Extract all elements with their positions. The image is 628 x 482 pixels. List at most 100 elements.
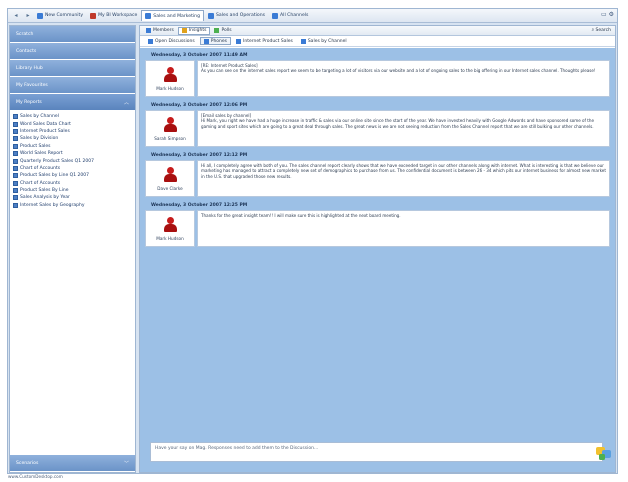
search-tab-label: Search bbox=[595, 28, 611, 33]
accordion-contacts[interactable]: Contacts bbox=[10, 43, 135, 60]
left-panel: Scratch Contacts Library Hub My Favourites … bbox=[9, 25, 136, 473]
accordion-label: Contacts bbox=[16, 48, 37, 54]
post-text: Hi Mark, you right we have had a huge in… bbox=[201, 118, 594, 129]
report-icon bbox=[13, 188, 18, 194]
back-arrow-icon[interactable]: ◂ bbox=[10, 11, 22, 21]
report-list-item[interactable]: Sales by Division bbox=[13, 135, 135, 142]
report-list-item[interactable]: Product Sales By Line bbox=[13, 187, 135, 194]
user-avatar-icon bbox=[163, 216, 177, 233]
report-list-item[interactable]: Sales by Channel bbox=[13, 113, 135, 120]
post-text: Thanks for the great insight team!! I wi… bbox=[201, 213, 401, 218]
top-tab-new-community[interactable]: New Community bbox=[34, 10, 86, 21]
report-list-item[interactable]: Internet Product Sales bbox=[13, 128, 135, 135]
post-timestamp: Wednesday, 3 October 2007 12:12 PM bbox=[151, 153, 248, 158]
app-window: ◂ ▸ New Community My BI Workspace Sales an… bbox=[7, 8, 618, 474]
breadcrumb-phones[interactable]: Phones bbox=[199, 37, 232, 45]
user-avatar-icon bbox=[163, 66, 177, 83]
accordion-scenarios[interactable]: Scenarios ﹀ bbox=[10, 455, 135, 472]
post-body: Sarah Simpson [Email sales by channel] Hi … bbox=[145, 110, 610, 147]
discussion-post: Wednesday, 3 October 2007 11:49 AM Mark H… bbox=[145, 52, 610, 97]
top-tab-sales-and-marketing[interactable]: Sales and Marketing bbox=[141, 10, 204, 21]
reply-input[interactable]: Have your say on Mag. Responses need to … bbox=[150, 442, 603, 462]
user-avatar-icon bbox=[163, 166, 177, 183]
breadcrumb-sales-by-channel[interactable]: Sales by Channel bbox=[298, 37, 350, 45]
post-text: Hi all, I completely agree with both of … bbox=[201, 163, 606, 179]
insights-icon bbox=[181, 28, 187, 33]
report-label: Product Sales bbox=[20, 143, 51, 149]
chevron-up-icon[interactable]: ︿ bbox=[124, 99, 129, 106]
report-icon bbox=[13, 165, 18, 171]
report-icon bbox=[13, 195, 18, 201]
forward-arrow-icon[interactable]: ▸ bbox=[22, 11, 34, 21]
accordion-label: My Favourites bbox=[16, 82, 48, 88]
report-list-item[interactable]: Product Sales bbox=[13, 143, 135, 150]
top-tab-sales-and-operations[interactable]: Sales and Operations bbox=[205, 10, 268, 21]
report-list-item[interactable]: Chart of Accounts bbox=[13, 165, 135, 172]
top-tab-bar: ◂ ▸ New Community My BI Workspace Sales an… bbox=[8, 9, 617, 23]
report-label: Product Sales by Line Q1 2007 bbox=[20, 173, 89, 179]
report-label: Word Sales Data Chart bbox=[20, 121, 71, 127]
search-icon: ⌕ bbox=[591, 28, 595, 33]
avatar[interactable]: Mark Hudson bbox=[145, 60, 195, 97]
post-message: Hi all, I completely agree with both of … bbox=[197, 160, 610, 197]
report-list-item[interactable]: World Sales Report bbox=[13, 150, 135, 157]
report-label: Chart of Accounts bbox=[20, 180, 61, 186]
report-icon bbox=[13, 158, 18, 164]
breadcrumb-label: Internet Product Sales bbox=[243, 38, 293, 44]
tab-label: Members bbox=[153, 28, 174, 33]
post-body: Mark Hudson Thanks for the great insight … bbox=[145, 210, 610, 247]
search-tab[interactable]: ⌕ Search bbox=[592, 27, 611, 33]
top-tab-label: New Community bbox=[45, 13, 84, 18]
author-name[interactable]: Mark Hudson bbox=[156, 86, 184, 91]
report-icon bbox=[13, 128, 18, 134]
report-list-item[interactable]: Quarterly Product Sales Q1 2007 bbox=[13, 157, 135, 164]
report-label: Sales by Channel bbox=[20, 114, 59, 120]
accordion-scratch[interactable]: Scratch bbox=[10, 26, 135, 43]
report-list-item[interactable]: Product Sales by Line Q1 2007 bbox=[13, 172, 135, 179]
report-icon bbox=[13, 121, 18, 127]
accordion-label: Scenarios bbox=[16, 460, 39, 466]
report-list-item[interactable]: Sales Analysis by Year bbox=[13, 194, 135, 201]
accordion-my-favourites[interactable]: My Favourites bbox=[10, 77, 135, 94]
report-list: Sales by Channel Word Sales Data Chart Int… bbox=[10, 111, 135, 209]
top-tab-my-bi-workspace[interactable]: My BI Workspace bbox=[87, 10, 140, 21]
author-name[interactable]: Dave Clarke bbox=[157, 186, 182, 191]
report-list-item[interactable]: Internet Sales by Geography bbox=[13, 202, 135, 209]
accordion-library-hub[interactable]: Library Hub bbox=[10, 60, 135, 77]
breadcrumb-label: Open Discussions bbox=[155, 38, 195, 44]
post-timestamp: Wednesday, 3 October 2007 11:49 AM bbox=[151, 53, 248, 58]
report-label: World Sales Report bbox=[20, 151, 63, 157]
avatar[interactable]: Mark Hudson bbox=[145, 210, 195, 247]
post-body: Mark Hudson [RE: Internet Product Sales] A… bbox=[145, 60, 610, 97]
discussion-post: Wednesday, 3 October 2007 12:25 PM Mark H… bbox=[145, 202, 610, 247]
breadcrumb-internet-product-sales[interactable]: Internet Product Sales bbox=[233, 37, 296, 45]
accordion-label: Scratch bbox=[16, 31, 34, 37]
author-name[interactable]: Sarah Simpson bbox=[154, 136, 185, 141]
report-list-item[interactable]: Word Sales Data Chart bbox=[13, 120, 135, 127]
status-bar-text: www.CustomDesktop.com bbox=[8, 474, 63, 479]
window-controls-icon[interactable]: ▭ ⚙ bbox=[601, 11, 614, 18]
tab-members[interactable]: Members bbox=[143, 27, 177, 35]
breadcrumb-label: Sales by Channel bbox=[307, 38, 347, 44]
discussion-feed: Wednesday, 3 October 2007 11:49 AM Mark H… bbox=[140, 48, 615, 472]
author-name[interactable]: Mark Hudson bbox=[156, 236, 184, 241]
report-label: Internet Product Sales bbox=[20, 128, 70, 134]
accordion-my-reports[interactable]: My Reports ︿ bbox=[10, 94, 135, 111]
post-reply-icon[interactable] bbox=[595, 444, 613, 462]
breadcrumb-open-discussions[interactable]: Open Discussions bbox=[145, 37, 198, 45]
post-body: Dave Clarke Hi all, I completely agree wi… bbox=[145, 160, 610, 197]
report-list-item[interactable]: Chart of Accounts bbox=[13, 180, 135, 187]
report-icon bbox=[13, 151, 18, 157]
avatar[interactable]: Sarah Simpson bbox=[145, 110, 195, 147]
avatar[interactable]: Dave Clarke bbox=[145, 160, 195, 197]
tab-label: Polls bbox=[221, 28, 232, 33]
user-avatar-icon bbox=[163, 116, 177, 133]
polls-icon bbox=[214, 28, 220, 33]
tab-insights[interactable]: Insights bbox=[177, 26, 211, 35]
tab-polls[interactable]: Polls bbox=[211, 27, 234, 35]
top-tab-all-channels[interactable]: All Channels bbox=[269, 10, 311, 21]
top-tab-label: My BI Workspace bbox=[98, 13, 138, 18]
report-label: Quarterly Product Sales Q1 2007 bbox=[20, 158, 94, 164]
report-icon bbox=[13, 136, 18, 142]
chevron-down-icon[interactable]: ﹀ bbox=[124, 460, 129, 467]
